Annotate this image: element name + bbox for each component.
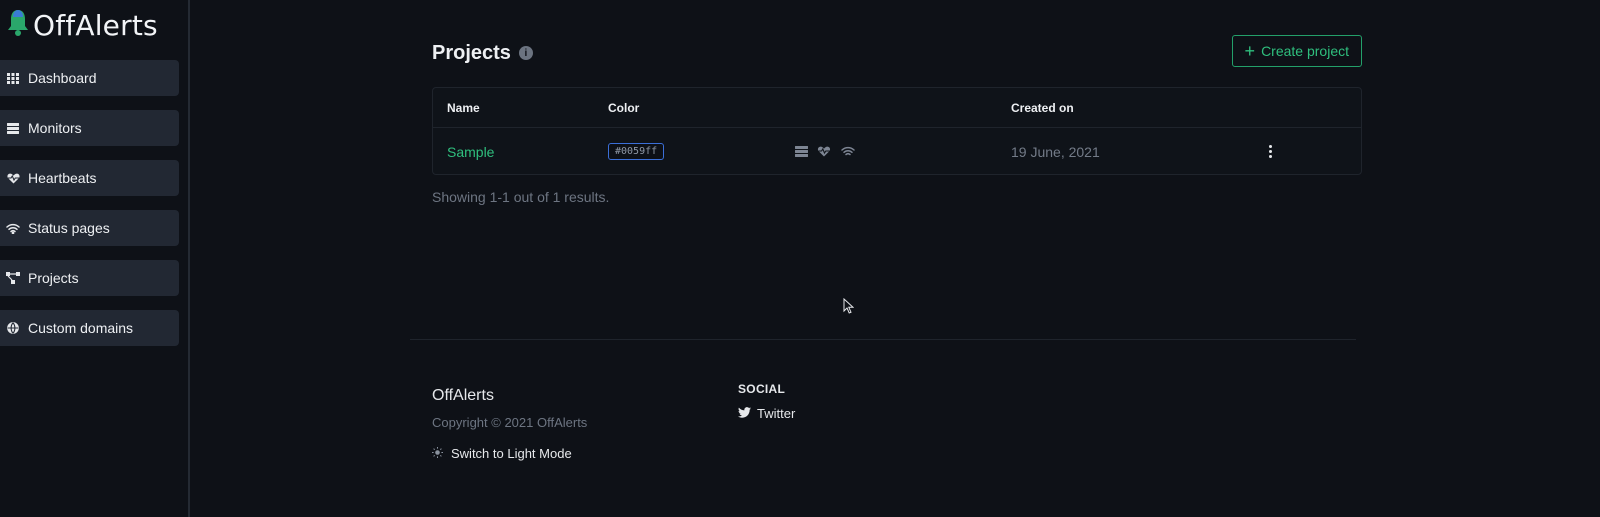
mouse-cursor-icon xyxy=(843,297,855,319)
sidebar-item-heartbeats[interactable]: Heartbeats xyxy=(0,160,179,196)
sidebar-item-status-pages[interactable]: Status pages xyxy=(0,210,179,246)
create-project-label: Create project xyxy=(1261,43,1349,59)
create-project-button[interactable]: + Create project xyxy=(1231,35,1362,67)
app-window: OffAlerts Dashboard Monitors Heartbeats xyxy=(0,0,1600,517)
sidebar-item-label: Heartbeats xyxy=(28,170,97,186)
created-on-value: 19 June, 2021 xyxy=(1011,143,1100,160)
table-header: Name Color Created on xyxy=(433,88,1361,128)
project-diagram-icon xyxy=(6,271,20,285)
project-feature-icons xyxy=(795,144,856,160)
sidebar-nav: Dashboard Monitors Heartbeats Status pag… xyxy=(0,60,179,360)
sidebar-item-monitors[interactable]: Monitors xyxy=(0,110,179,146)
heartbeat-icon xyxy=(817,144,831,160)
sidebar-item-custom-domains[interactable]: Custom domains xyxy=(0,310,179,346)
brand-name: OffAlerts xyxy=(33,8,158,42)
twitter-label: Twitter xyxy=(757,406,796,421)
page-title: Projects xyxy=(432,41,511,64)
sidebar: OffAlerts Dashboard Monitors Heartbeats xyxy=(0,0,190,517)
server-icon xyxy=(6,121,20,135)
twitter-icon xyxy=(738,406,751,421)
table-row: Sample #0059ff 19 June, 2021 xyxy=(433,128,1361,175)
row-actions-menu-icon[interactable] xyxy=(1263,143,1277,161)
column-header-color: Color xyxy=(608,100,640,115)
wifi-icon xyxy=(840,144,856,160)
column-header-created-on: Created on xyxy=(1011,100,1074,115)
globe-icon xyxy=(6,321,20,335)
grid-icon xyxy=(6,71,20,85)
footer-brand: OffAlerts xyxy=(432,387,494,404)
sidebar-item-label: Status pages xyxy=(28,220,110,236)
plus-icon: + xyxy=(1244,41,1256,61)
social-heading: SOCIAL xyxy=(738,382,786,396)
page-header: Projects i + Create project xyxy=(432,35,1362,68)
footer-divider xyxy=(410,339,1356,340)
results-count: Showing 1-1 out of 1 results. xyxy=(432,189,610,205)
main-content: Projects i + Create project Name Color C… xyxy=(190,0,1600,517)
heartbeat-icon xyxy=(6,171,20,185)
sun-icon xyxy=(432,446,443,461)
sidebar-item-label: Dashboard xyxy=(28,70,97,86)
color-chip: #0059ff xyxy=(608,143,665,160)
sidebar-item-dashboard[interactable]: Dashboard xyxy=(0,60,179,96)
column-header-name: Name xyxy=(447,100,480,115)
sidebar-item-projects[interactable]: Projects xyxy=(0,260,179,296)
server-icon xyxy=(795,144,808,160)
wifi-icon xyxy=(6,221,20,235)
sidebar-item-label: Projects xyxy=(28,270,79,286)
twitter-link[interactable]: Twitter xyxy=(738,406,795,421)
sidebar-item-label: Custom domains xyxy=(28,320,134,336)
project-name-link[interactable]: Sample xyxy=(447,144,494,160)
light-mode-label: Switch to Light Mode xyxy=(451,446,572,461)
copyright-text: Copyright © 2021 OffAlerts xyxy=(432,415,588,430)
bell-logo-icon xyxy=(6,8,30,43)
projects-table: Name Color Created on Sample #0059ff 19 … xyxy=(432,87,1362,175)
info-icon[interactable]: i xyxy=(518,46,533,60)
sidebar-item-label: Monitors xyxy=(28,120,82,136)
light-mode-toggle[interactable]: Switch to Light Mode xyxy=(432,446,572,461)
logo[interactable]: OffAlerts xyxy=(6,8,158,42)
